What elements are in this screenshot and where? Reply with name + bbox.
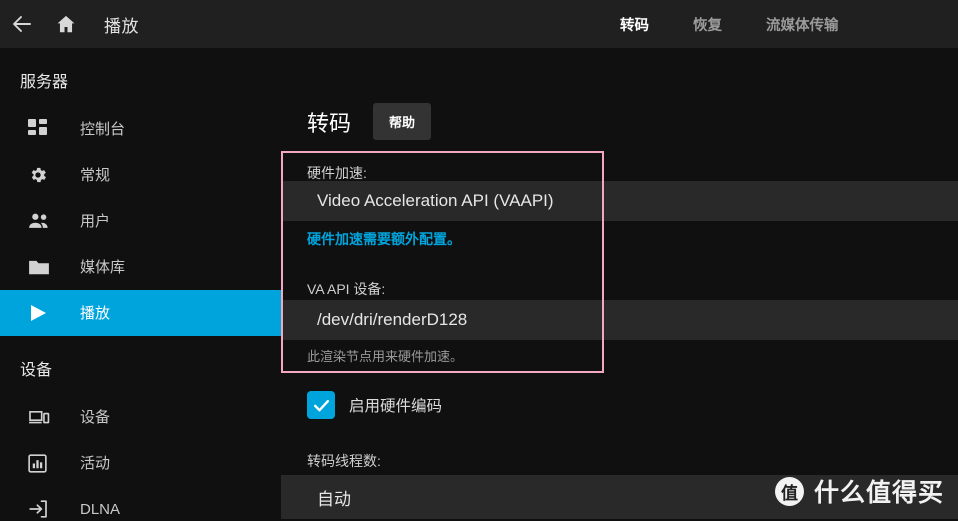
sidebar-item-devices[interactable]: 设备 — [0, 394, 281, 440]
sidebar-item-label: 常规 — [80, 166, 111, 184]
sidebar-item-dashboard[interactable]: 控制台 — [0, 106, 281, 152]
sidebar-item-users[interactable]: 用户 — [0, 198, 281, 244]
home-button[interactable] — [44, 2, 88, 46]
page-header: 转码 帮助 — [281, 48, 958, 140]
hw-encoding-label: 启用硬件编码 — [349, 398, 443, 415]
sidebar-item-label: 活动 — [80, 454, 111, 472]
hwaccel-config-link[interactable]: 硬件加速需要额外配置。 — [281, 229, 461, 249]
sidebar-section-devices-title: 设备 — [20, 362, 53, 379]
top-bar-nav: 转码 恢复 流媒体传输 — [620, 0, 839, 48]
help-button[interactable]: 帮助 — [373, 103, 432, 140]
main-content: 转码 帮助 硬件加速: Video Acceleration API (VAAP… — [281, 48, 958, 521]
hw-encoding-checkbox[interactable] — [307, 391, 335, 419]
gear-icon — [28, 163, 54, 187]
watermark: 值 什么值得买 — [774, 473, 944, 509]
threads-label: 转码线程数: — [307, 453, 381, 469]
vaapi-device-input[interactable]: /dev/dri/renderD128 — [281, 300, 958, 340]
sidebar-item-label: 控制台 — [80, 120, 126, 138]
top-bar-left-group: 播放 — [0, 2, 139, 46]
tab-transcoding[interactable]: 转码 — [620, 14, 649, 35]
sidebar-item-label: 设备 — [80, 408, 111, 426]
users-icon — [28, 209, 54, 233]
top-bar: 播放 转码 恢复 流媒体传输 — [0, 0, 958, 48]
chart-bar-icon — [28, 451, 54, 475]
dashboard-icon — [28, 117, 54, 141]
dlna-icon — [28, 497, 54, 521]
hwaccel-label: 硬件加速: — [307, 165, 367, 181]
play-icon — [28, 301, 54, 325]
app-window: 播放 转码 恢复 流媒体传输 服务器 控制台 常规 用户 媒体库 播放 设备 设… — [0, 0, 958, 521]
sidebar-item-label: 播放 — [80, 304, 111, 322]
sidebar-item-library[interactable]: 媒体库 — [0, 244, 281, 290]
sidebar-section-server-title: 服务器 — [20, 74, 69, 91]
devices-icon — [28, 405, 54, 429]
vaapi-device-help: 此渲染节点用来硬件加速。 — [307, 349, 464, 364]
vaapi-device-label: VA API 设备: — [307, 281, 386, 297]
folder-icon — [28, 255, 54, 279]
sidebar-item-playback[interactable]: 播放 — [0, 290, 281, 336]
arrow-left-icon — [10, 12, 34, 36]
hwaccel-select[interactable]: Video Acceleration API (VAAPI) — [281, 181, 958, 221]
tab-resume[interactable]: 恢复 — [693, 14, 722, 35]
home-icon — [55, 13, 77, 35]
sidebar-item-general[interactable]: 常规 — [0, 152, 281, 198]
tab-streaming[interactable]: 流媒体传输 — [766, 14, 839, 35]
page-title: 转码 — [307, 110, 352, 136]
sidebar-item-activity[interactable]: 活动 — [0, 440, 281, 486]
back-button[interactable] — [0, 2, 44, 46]
page-breadcrumb-title: 播放 — [104, 16, 139, 36]
hw-encoding-checkbox-row[interactable]: 启用硬件编码 — [307, 391, 442, 419]
check-icon — [312, 396, 331, 415]
sidebar: 服务器 控制台 常规 用户 媒体库 播放 设备 设备 活动 DLNA — [0, 48, 281, 521]
watermark-text: 什么值得买 — [813, 479, 944, 507]
sidebar-item-label: 用户 — [80, 212, 111, 230]
sidebar-item-dlna[interactable]: DLNA — [0, 486, 281, 521]
sidebar-item-label: DLNA — [80, 500, 121, 518]
watermark-logo-icon: 值 — [774, 476, 804, 506]
sidebar-item-label: 媒体库 — [80, 258, 126, 276]
